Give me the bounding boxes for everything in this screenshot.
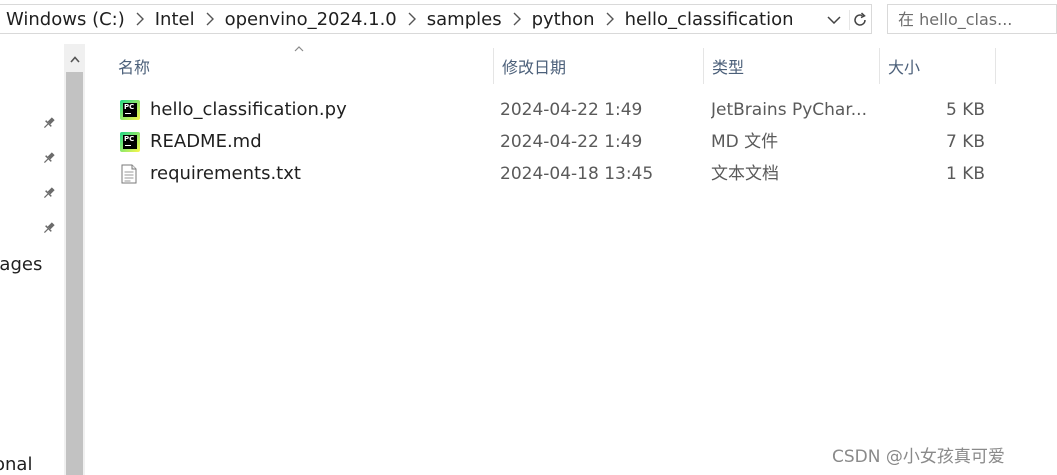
file-explorer-window: Windows (C:) Intel openvino_2024.1.0 sam… xyxy=(0,0,1057,475)
file-type: JetBrains PyChar... xyxy=(711,100,867,120)
text-file-icon xyxy=(120,164,140,184)
file-name[interactable]: hello_classification.py xyxy=(150,94,490,126)
breadcrumb-hello-classification[interactable]: hello_classification xyxy=(619,9,800,30)
nav-item-personal[interactable]: onal xyxy=(0,454,32,475)
column-header-size[interactable]: 大小 xyxy=(880,48,996,84)
column-header-type[interactable]: 类型 xyxy=(704,48,880,84)
address-bar[interactable]: Windows (C:) Intel openvino_2024.1.0 sam… xyxy=(0,4,872,34)
file-type: MD 文件 xyxy=(711,132,779,152)
file-row[interactable]: PC README.md 2024-04-22 1:49 MD 文件 7 KB xyxy=(110,126,996,158)
file-date: 2024-04-22 1:49 xyxy=(500,100,643,120)
file-row[interactable]: PC hello_classification.py 2024-04-22 1:… xyxy=(110,94,996,126)
search-box[interactable] xyxy=(887,4,1057,34)
chevron-right-icon[interactable] xyxy=(601,12,619,26)
pin-icon[interactable] xyxy=(40,184,58,202)
nav-item-images[interactable]: nages xyxy=(0,254,42,275)
nav-scrollbar[interactable] xyxy=(64,44,85,475)
file-date: 2024-04-22 1:49 xyxy=(500,132,643,152)
navigation-pane: nages onal xyxy=(0,44,64,475)
scroll-up-arrow-icon[interactable] xyxy=(64,50,85,68)
file-type: 文本文档 xyxy=(711,164,779,184)
chevron-right-icon[interactable] xyxy=(508,12,526,26)
pin-icon[interactable] xyxy=(40,219,58,237)
breadcrumb-samples[interactable]: samples xyxy=(421,9,508,30)
breadcrumb-openvino[interactable]: openvino_2024.1.0 xyxy=(219,9,403,30)
pin-icon[interactable] xyxy=(40,149,58,167)
pycharm-icon: PC xyxy=(120,132,140,152)
file-size: 5 KB xyxy=(945,100,985,120)
pycharm-icon: PC xyxy=(120,100,140,120)
file-list: PC hello_classification.py 2024-04-22 1:… xyxy=(110,94,1010,190)
scrollbar-thumb[interactable] xyxy=(66,72,83,475)
chevron-down-icon[interactable] xyxy=(824,10,844,30)
chevron-right-icon[interactable] xyxy=(403,12,421,26)
search-input[interactable] xyxy=(898,8,1048,30)
pin-icon[interactable] xyxy=(40,114,58,132)
watermark: CSDN @小女孩真可爱 xyxy=(832,447,1005,467)
column-header-name[interactable]: 名称 xyxy=(110,48,494,84)
file-size: 1 KB xyxy=(945,164,985,184)
breadcrumb-intel[interactable]: Intel xyxy=(149,9,201,30)
column-header-date-modified[interactable]: 修改日期 xyxy=(494,48,704,84)
chevron-right-icon[interactable] xyxy=(201,12,219,26)
file-name[interactable]: README.md xyxy=(150,126,490,158)
file-row[interactable]: requirements.txt 2024-04-18 13:45 文本文档 1… xyxy=(110,158,996,190)
chevron-right-icon[interactable] xyxy=(131,12,149,26)
file-date: 2024-04-18 13:45 xyxy=(500,164,654,184)
breadcrumb: Windows (C:) Intel openvino_2024.1.0 sam… xyxy=(0,5,800,33)
breadcrumb-python[interactable]: python xyxy=(526,9,601,30)
refresh-icon[interactable] xyxy=(849,10,870,30)
file-name[interactable]: requirements.txt xyxy=(150,158,490,190)
file-size: 7 KB xyxy=(945,132,985,152)
breadcrumb-drive[interactable]: Windows (C:) xyxy=(0,9,131,30)
